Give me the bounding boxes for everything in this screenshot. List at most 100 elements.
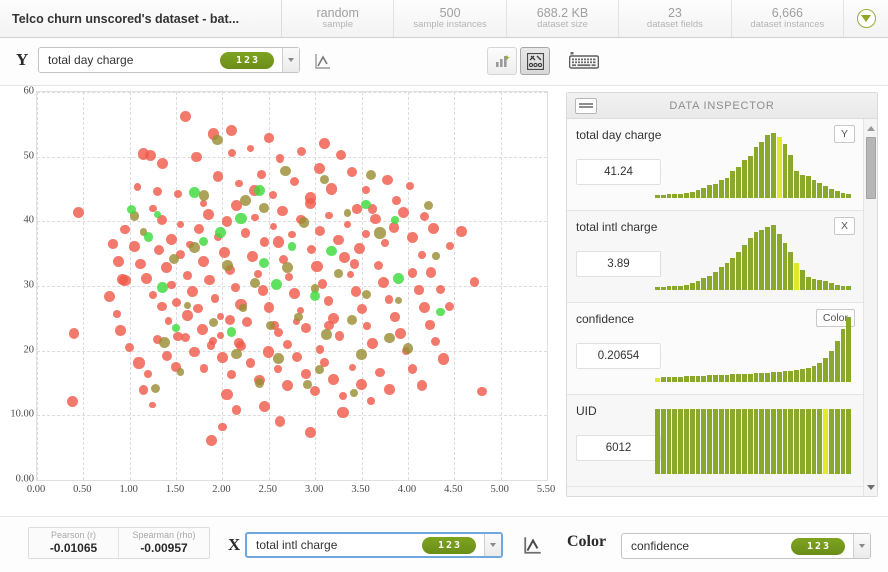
scatter-point[interactable]: [303, 379, 313, 389]
scatter-point[interactable]: [253, 184, 266, 196]
scatter-point[interactable]: [407, 363, 418, 374]
scatter-point[interactable]: [346, 270, 355, 279]
scatter-point[interactable]: [180, 111, 191, 122]
scatter-point[interactable]: [203, 208, 214, 220]
scatter-point[interactable]: [68, 328, 80, 340]
color-field-select[interactable]: confidence 123: [621, 533, 871, 559]
scatter-point[interactable]: [189, 241, 200, 253]
scatterplot-canvas[interactable]: [36, 91, 548, 481]
keyboard-icon[interactable]: [568, 50, 600, 72]
scatter-point[interactable]: [315, 345, 324, 354]
scatter-point[interactable]: [365, 169, 376, 180]
scatter-point[interactable]: [143, 232, 153, 242]
scatter-point[interactable]: [171, 298, 181, 308]
scatter-point[interactable]: [435, 284, 445, 294]
chevron-down-icon[interactable]: [282, 48, 299, 72]
scatter-point[interactable]: [259, 202, 270, 213]
scatter-point[interactable]: [428, 222, 440, 235]
scatter-point[interactable]: [296, 146, 306, 157]
scatter-point[interactable]: [395, 296, 403, 304]
scatter-point[interactable]: [270, 279, 282, 291]
scatter-point[interactable]: [208, 318, 218, 328]
scatter-point[interactable]: [264, 133, 274, 143]
inspector-row[interactable]: UID 6012: [567, 395, 863, 487]
scatter-point[interactable]: [348, 363, 356, 372]
scatter-point[interactable]: [226, 124, 238, 136]
scatter-point[interactable]: [350, 286, 362, 298]
scatter-point[interactable]: [378, 276, 390, 288]
scatter-point[interactable]: [287, 242, 297, 251]
scatter-point[interactable]: [333, 269, 343, 279]
scatter-point[interactable]: [154, 245, 165, 256]
scatter-point[interactable]: [281, 380, 293, 392]
scatter-point[interactable]: [280, 165, 291, 176]
scatter-point[interactable]: [240, 195, 252, 207]
scatter-point[interactable]: [120, 225, 130, 235]
scatter-point[interactable]: [326, 245, 338, 257]
scatter-point[interactable]: [301, 369, 311, 379]
scatter-point[interactable]: [245, 358, 256, 368]
scatter-point[interactable]: [444, 301, 455, 312]
scatter-point[interactable]: [172, 324, 180, 332]
scatter-point[interactable]: [173, 189, 183, 199]
scatter-point[interactable]: [425, 267, 437, 278]
scatter-point[interactable]: [235, 180, 243, 188]
scatter-point[interactable]: [367, 338, 378, 349]
scatter-point[interactable]: [241, 317, 252, 328]
scatter-point[interactable]: [221, 215, 233, 227]
scatter-point[interactable]: [315, 365, 325, 374]
scatter-point[interactable]: [290, 176, 300, 186]
scatter-point[interactable]: [240, 228, 251, 238]
inspector-row[interactable]: confidence Color 0.20654: [567, 303, 863, 395]
scatter-point[interactable]: [135, 258, 147, 270]
scatter-point[interactable]: [388, 222, 400, 234]
scatter-point[interactable]: [183, 301, 191, 309]
scatter-point[interactable]: [235, 212, 247, 224]
scatter-point[interactable]: [204, 274, 215, 286]
scatter-point[interactable]: [140, 272, 152, 284]
scatter-point[interactable]: [159, 337, 171, 349]
scatter-point[interactable]: [272, 352, 284, 364]
scatter-point[interactable]: [167, 281, 176, 290]
scatter-point[interactable]: [393, 272, 405, 284]
scatter-point[interactable]: [144, 370, 153, 378]
scatter-point[interactable]: [164, 317, 173, 325]
scatter-point[interactable]: [392, 196, 402, 205]
scatter-point[interactable]: [231, 282, 240, 292]
scatter-point[interactable]: [108, 239, 118, 249]
scatter-point[interactable]: [217, 352, 228, 364]
scatter-point[interactable]: [431, 252, 440, 261]
scatter-point[interactable]: [113, 255, 125, 267]
scatter-point[interactable]: [218, 422, 227, 432]
scatter-point[interactable]: [194, 223, 205, 235]
scatter-point[interactable]: [66, 396, 78, 408]
scatter-point[interactable]: [251, 213, 259, 222]
scatter-point[interactable]: [419, 212, 430, 222]
scatter-point[interactable]: [314, 225, 326, 237]
scatter-point[interactable]: [259, 237, 269, 247]
scatter-point[interactable]: [273, 328, 283, 338]
scatter-point[interactable]: [210, 293, 220, 303]
scatter-point[interactable]: [407, 268, 418, 278]
scatter-point[interactable]: [189, 186, 201, 198]
scatter-point[interactable]: [390, 312, 400, 322]
scatter-point[interactable]: [227, 370, 236, 379]
scatter-point[interactable]: [166, 234, 177, 245]
scatter-point[interactable]: [196, 324, 208, 336]
scatter-point[interactable]: [234, 338, 244, 348]
scatter-point[interactable]: [277, 205, 288, 217]
scatter-point[interactable]: [212, 171, 224, 182]
scatter-point[interactable]: [325, 211, 334, 220]
scatter-point[interactable]: [394, 328, 406, 340]
scatter-point[interactable]: [363, 322, 371, 330]
scatter-point[interactable]: [275, 154, 285, 163]
scatter-point[interactable]: [129, 241, 140, 252]
scatter-point[interactable]: [149, 401, 157, 409]
scatter-point[interactable]: [227, 148, 236, 157]
scatter-point[interactable]: [221, 389, 233, 401]
scatter-point[interactable]: [431, 336, 441, 347]
chevron-down-icon[interactable]: [853, 534, 870, 558]
scatter-point[interactable]: [445, 241, 454, 250]
scatter-point[interactable]: [314, 163, 326, 175]
scatter-point[interactable]: [326, 183, 338, 195]
